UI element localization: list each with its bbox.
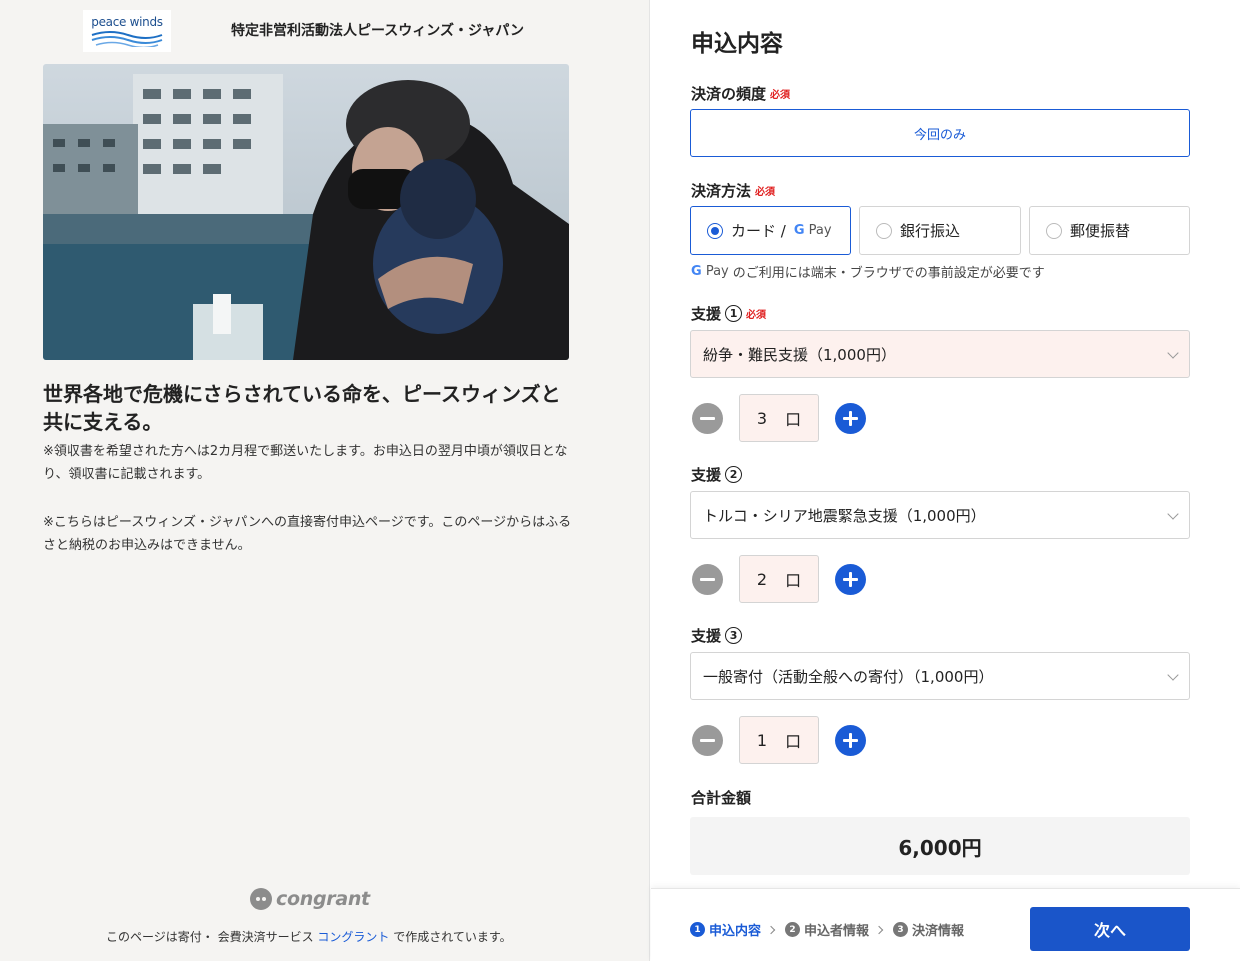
required-badge: 必須 xyxy=(755,187,776,198)
waves-icon xyxy=(91,31,163,47)
next-button[interactable]: 次へ xyxy=(1030,907,1190,951)
step-2-number: 2 xyxy=(785,922,801,937)
frequency-label: 決済の頻度 必須 xyxy=(691,83,790,104)
payment-method-label-text: 決済方法 xyxy=(691,182,752,200)
payment-option-card[interactable]: カード / G Pay xyxy=(690,206,851,255)
hero-photo xyxy=(43,64,569,360)
support-3-quantity-stepper: 1 口 xyxy=(692,716,866,764)
frequency-label-text: 決済の頻度 xyxy=(691,85,767,103)
bottom-bar: 1 申込内容 2 申込者情報 3 決済情報 次へ xyxy=(651,888,1240,961)
step-indicator: 1 申込内容 2 申込者情報 3 決済情報 xyxy=(690,920,964,939)
footer-credit: このページは寄付・ 会費決済サービス コングラント で作成されています。 xyxy=(106,928,512,945)
payment-option-bank[interactable]: 銀行振込 xyxy=(859,206,1021,255)
support-3-select[interactable]: 一般寄付（活動全般への寄付）（1,000円） xyxy=(690,652,1190,700)
plus-button[interactable] xyxy=(835,563,866,595)
step-2: 2 申込者情報 xyxy=(785,920,869,939)
left-panel: peace winds 特定非営利活動法人ピースウィンズ・ジャパン 世界各地で危… xyxy=(0,0,650,961)
step-3: 3 決済情報 xyxy=(893,920,964,939)
support-2-label: 支援 2 xyxy=(691,464,743,485)
google-pay-icon: G Pay xyxy=(793,223,832,238)
radio-checked-icon[interactable] xyxy=(707,222,723,239)
gpay-text: Pay xyxy=(808,223,832,238)
support-3-label-text: 支援 xyxy=(691,627,722,645)
radio-unchecked-icon[interactable] xyxy=(876,222,892,239)
step-1-label: 申込内容 xyxy=(709,924,762,939)
minus-button[interactable] xyxy=(692,724,723,756)
support-2-select[interactable]: トルコ・シリア地震緊急支援（1,000円） xyxy=(690,491,1190,539)
support-2-quantity-stepper: 2 口 xyxy=(692,555,866,603)
support-3-label: 支援 3 xyxy=(691,625,743,646)
chevron-down-icon xyxy=(1167,669,1179,681)
step-2-label: 申込者情報 xyxy=(804,924,870,939)
support-1-quantity-stepper: 3 口 xyxy=(692,394,866,442)
step-1: 1 申込内容 xyxy=(690,920,761,939)
minus-button[interactable] xyxy=(692,563,723,595)
headline: 世界各地で危機にさらされている命を、ピースウィンズと共に支える。 xyxy=(43,382,561,434)
payment-option-card-label: カード / xyxy=(731,222,786,240)
congrant-wordmark: congrant xyxy=(276,888,370,910)
section-title: 申込内容 xyxy=(691,31,783,57)
receipt-note: ※領収書を希望された方へは2カ月程で郵送いたします。お申込日の翌月中頃が領収日と… xyxy=(43,444,568,482)
payment-option-bank-label: 銀行振込 xyxy=(900,222,961,240)
support-3-quantity-field[interactable]: 1 口 xyxy=(739,716,819,764)
chevron-down-icon xyxy=(1167,347,1179,359)
minus-button[interactable] xyxy=(692,402,723,434)
support-3-number: 3 xyxy=(725,627,743,644)
support-1-value: 紛争・難民支援（1,000円） xyxy=(703,345,896,364)
support-2-quantity: 2 xyxy=(756,569,768,589)
furusato-note: ※こちらはピースウィンズ・ジャパンへの直接寄付申込ページです。このページからはふ… xyxy=(43,515,572,553)
step-3-label: 決済情報 xyxy=(912,924,965,939)
required-badge: 必須 xyxy=(746,310,767,321)
logo-text: peace winds xyxy=(91,15,163,29)
support-2-label-text: 支援 xyxy=(691,466,722,484)
step-3-number: 3 xyxy=(893,922,909,937)
form-panel: 申込内容 決済の頻度 必須 今回のみ 決済方法 必須 カード / G Pay 銀… xyxy=(651,0,1240,961)
unit-label: 口 xyxy=(785,732,802,751)
unit-label: 口 xyxy=(785,571,802,590)
support-1-label: 支援 1 必須 xyxy=(691,303,766,324)
payment-option-postal-label: 郵便振替 xyxy=(1070,222,1131,240)
chevron-right-icon xyxy=(766,925,776,934)
plus-button[interactable] xyxy=(835,724,866,756)
gpay-note-pay: Pay xyxy=(705,264,729,279)
support-1-label-text: 支援 xyxy=(691,305,722,323)
congrant-link[interactable]: コングラント xyxy=(317,930,389,944)
step-1-number: 1 xyxy=(690,922,705,937)
support-1-quantity-field[interactable]: 3 口 xyxy=(739,394,819,442)
gpay-note: G Pay のご利用には端末・ブラウザでの事前設定が必要です xyxy=(691,262,1045,281)
payment-method-label: 決済方法 必須 xyxy=(691,180,775,201)
congrant-logo[interactable]: congrant xyxy=(250,888,370,910)
google-pay-icon: G Pay xyxy=(691,264,729,279)
support-1-select[interactable]: 紛争・難民支援（1,000円） xyxy=(690,330,1190,378)
total-label: 合計金額 xyxy=(691,787,751,808)
org-name: 特定非営利活動法人ピースウィンズ・ジャパン xyxy=(231,23,525,39)
support-1-quantity: 3 xyxy=(756,408,768,428)
footer-credit-prefix: このページは寄付・ 会費決済サービス xyxy=(106,930,318,944)
chevron-right-icon xyxy=(874,925,884,934)
congrant-mark-icon xyxy=(250,888,272,910)
support-1-number: 1 xyxy=(725,305,743,322)
frequency-once-button[interactable]: 今回のみ xyxy=(690,109,1190,157)
plus-button[interactable] xyxy=(835,402,866,434)
total-label-text: 合計金額 xyxy=(691,789,752,807)
radio-unchecked-icon[interactable] xyxy=(1046,222,1062,239)
payment-option-postal[interactable]: 郵便振替 xyxy=(1029,206,1190,255)
support-3-quantity: 1 xyxy=(756,730,768,750)
footer-credit-suffix: で作成されています。 xyxy=(389,930,512,944)
required-badge: 必須 xyxy=(770,90,791,101)
gpay-note-text: のご利用には端末・ブラウザでの事前設定が必要です xyxy=(732,266,1045,281)
support-2-value: トルコ・シリア地震緊急支援（1,000円） xyxy=(703,506,986,525)
support-3-value: 一般寄付（活動全般への寄付）（1,000円） xyxy=(703,667,994,686)
peace-winds-logo: peace winds xyxy=(83,10,171,52)
support-2-quantity-field[interactable]: 2 口 xyxy=(739,555,819,603)
chevron-down-icon xyxy=(1167,508,1179,520)
total-amount: 6,000円 xyxy=(690,817,1190,875)
support-2-number: 2 xyxy=(725,466,743,483)
unit-label: 口 xyxy=(785,410,802,429)
